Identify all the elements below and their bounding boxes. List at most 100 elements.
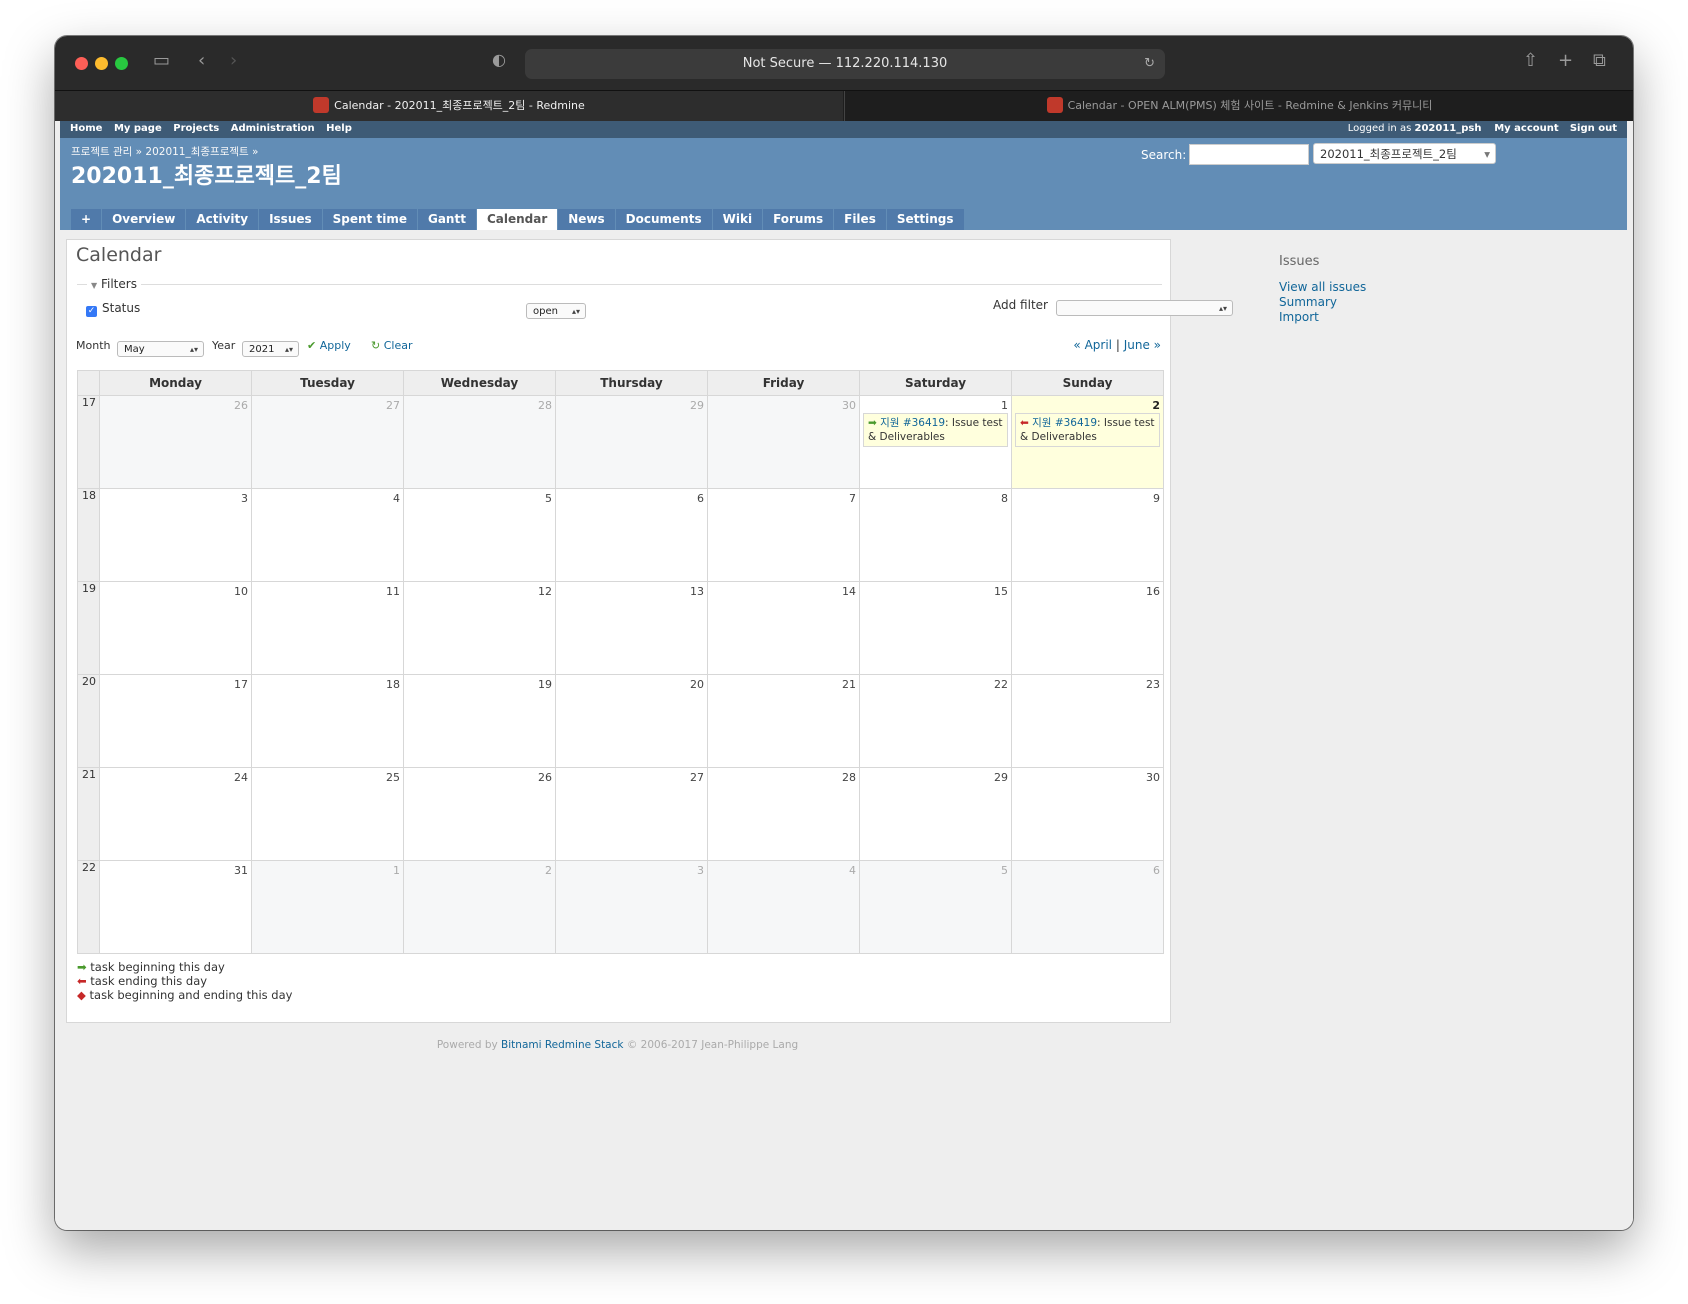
- apply-button[interactable]: ✔ Apply: [307, 339, 351, 352]
- tab-news[interactable]: News: [558, 209, 615, 230]
- top-menu: Home My page Projects Administration Hel…: [60, 121, 1627, 138]
- tab-documents[interactable]: Documents: [615, 209, 712, 230]
- day-number: 5: [545, 492, 552, 505]
- tab-calendar[interactable]: Calendar: [476, 209, 558, 230]
- redmine-page: Home My page Projects Administration Hel…: [55, 121, 1633, 1230]
- browser-tab-active[interactable]: Calendar - 202011_최종프로젝트_2팀 - Redmine: [55, 91, 843, 121]
- select-arrow-icon: ▴▾: [284, 345, 293, 354]
- tab-overview-icon[interactable]: ⧉: [1593, 50, 1606, 71]
- calendar-issue[interactable]: ⬅ 지원 #36419: Issue test & Deliverables: [1015, 413, 1160, 447]
- day-cell: 17: [99, 674, 252, 768]
- day-number: 2: [545, 864, 552, 877]
- tab-overview[interactable]: Overview: [102, 209, 186, 230]
- main-content: Calendar ▼ Filters ✓ Status open ▴▾ Add fi…: [66, 239, 1233, 1023]
- day-number: 3: [697, 864, 704, 877]
- tab-files[interactable]: Files: [834, 209, 886, 230]
- tab-gantt[interactable]: Gantt: [417, 209, 476, 230]
- week-row: 18 3 4 5 6 7 8 9: [77, 488, 1164, 582]
- sidebar-link-view-all-issues[interactable]: View all issues: [1279, 280, 1366, 295]
- filters-toggle[interactable]: ▼ Filters: [87, 277, 141, 291]
- day-cell: 24: [99, 767, 252, 861]
- day-cell: 5: [859, 860, 1012, 954]
- breadcrumb[interactable]: 프로젝트 관리 » 202011_최종프로젝트 »: [71, 144, 258, 159]
- day-cell: 9: [1011, 488, 1164, 582]
- tab-forums[interactable]: Forums: [763, 209, 834, 230]
- status-filter-row: ✓ Status: [86, 301, 140, 317]
- sign-out-link[interactable]: Sign out: [1570, 123, 1617, 134]
- day-number: 17: [234, 678, 248, 691]
- address-bar[interactable]: Not Secure — 112.220.114.130 ↻: [525, 49, 1165, 79]
- back-icon[interactable]: ‹: [198, 50, 205, 71]
- tab-spent-time[interactable]: Spent time: [322, 209, 417, 230]
- top-menu-help[interactable]: Help: [326, 123, 352, 134]
- add-filter-select[interactable]: ▴▾: [1056, 300, 1233, 316]
- day-cell: 28: [707, 767, 860, 861]
- year-label: Year: [212, 339, 236, 352]
- minimize-window-button[interactable]: [95, 57, 108, 70]
- day-cell: 7: [707, 488, 860, 582]
- share-icon[interactable]: ⇧: [1523, 50, 1538, 71]
- sidebar-toggle-icon[interactable]: ▭: [153, 50, 170, 71]
- day-number: 30: [1146, 771, 1160, 784]
- day-header: Friday: [707, 370, 860, 396]
- search-input[interactable]: [1189, 144, 1309, 165]
- issue-link[interactable]: #36419: [903, 417, 945, 429]
- day-number: 27: [386, 399, 400, 412]
- project-jump-select[interactable]: 202011_최종프로젝트_2팀: [1313, 143, 1496, 165]
- zoom-window-button[interactable]: [115, 57, 128, 70]
- status-label: Status: [102, 301, 141, 315]
- tab-settings[interactable]: Settings: [886, 209, 964, 230]
- sidebar-link-import[interactable]: Import: [1279, 310, 1366, 325]
- top-menu-my-page[interactable]: My page: [114, 123, 162, 134]
- day-header: Saturday: [859, 370, 1012, 396]
- issue-tracker[interactable]: 지원: [880, 417, 899, 429]
- tab-activity[interactable]: Activity: [186, 209, 259, 230]
- status-operator-value: open: [533, 306, 558, 317]
- day-number: 26: [234, 399, 248, 412]
- day-number: 1: [1001, 399, 1008, 412]
- sidebar-link-summary[interactable]: Summary: [1279, 295, 1366, 310]
- reload-icon[interactable]: ↻: [1144, 49, 1155, 79]
- my-account-link[interactable]: My account: [1494, 123, 1558, 134]
- status-operator-select[interactable]: open ▴▾: [526, 303, 586, 319]
- week-number: 17: [77, 395, 100, 489]
- status-checkbox[interactable]: ✓: [86, 306, 97, 317]
- top-menu-administration[interactable]: Administration: [231, 123, 315, 134]
- logged-in-user[interactable]: 202011_psh: [1414, 123, 1481, 134]
- reload-icon: ↻: [371, 339, 381, 352]
- day-number: 18: [386, 678, 400, 691]
- tab-wiki[interactable]: Wiki: [712, 209, 763, 230]
- day-cell: 25: [251, 767, 404, 861]
- day-number: 4: [849, 864, 856, 877]
- day-number: 31: [234, 864, 248, 877]
- month-select[interactable]: May ▴▾: [117, 341, 204, 357]
- day-cell: 27: [251, 395, 404, 489]
- day-header: Sunday: [1011, 370, 1164, 396]
- day-cell: 20: [555, 674, 708, 768]
- browser-toolbar: ▭ ‹ › ◐ Not Secure — 112.220.114.130 ↻ ⇧…: [55, 36, 1633, 90]
- close-window-button[interactable]: [75, 57, 88, 70]
- forward-icon[interactable]: ›: [230, 50, 237, 71]
- next-month-link[interactable]: June »: [1124, 338, 1161, 352]
- shield-icon[interactable]: ◐: [492, 50, 506, 69]
- top-menu-home[interactable]: Home: [70, 123, 102, 134]
- week-number: 19: [77, 581, 100, 675]
- issue-link[interactable]: #36419: [1055, 417, 1097, 429]
- week-number: 21: [77, 767, 100, 861]
- prev-month-link[interactable]: « April: [1073, 338, 1112, 352]
- tab-new[interactable]: +: [71, 209, 102, 230]
- top-menu-projects[interactable]: Projects: [173, 123, 219, 134]
- issue-tracker[interactable]: 지원: [1032, 417, 1051, 429]
- day-number: 10: [234, 585, 248, 598]
- new-tab-icon[interactable]: +: [1558, 50, 1573, 71]
- day-number: 8: [1001, 492, 1008, 505]
- sidebar-heading: Issues: [1279, 254, 1320, 269]
- browser-tab[interactable]: Calendar - OPEN ALM(PMS) 체험 사이트 - Redmin…: [844, 91, 1633, 121]
- tab-issues[interactable]: Issues: [259, 209, 322, 230]
- clear-button[interactable]: ↻ Clear: [371, 339, 413, 352]
- footer-link[interactable]: Bitnami Redmine Stack: [501, 1039, 623, 1051]
- legend-both: task beginning and ending this day: [89, 988, 293, 1002]
- calendar-issue[interactable]: ➡ 지원 #36419: Issue test & Deliverables: [863, 413, 1008, 447]
- year-select[interactable]: 2021 ▴▾: [242, 341, 299, 357]
- day-cell: 11: [251, 581, 404, 675]
